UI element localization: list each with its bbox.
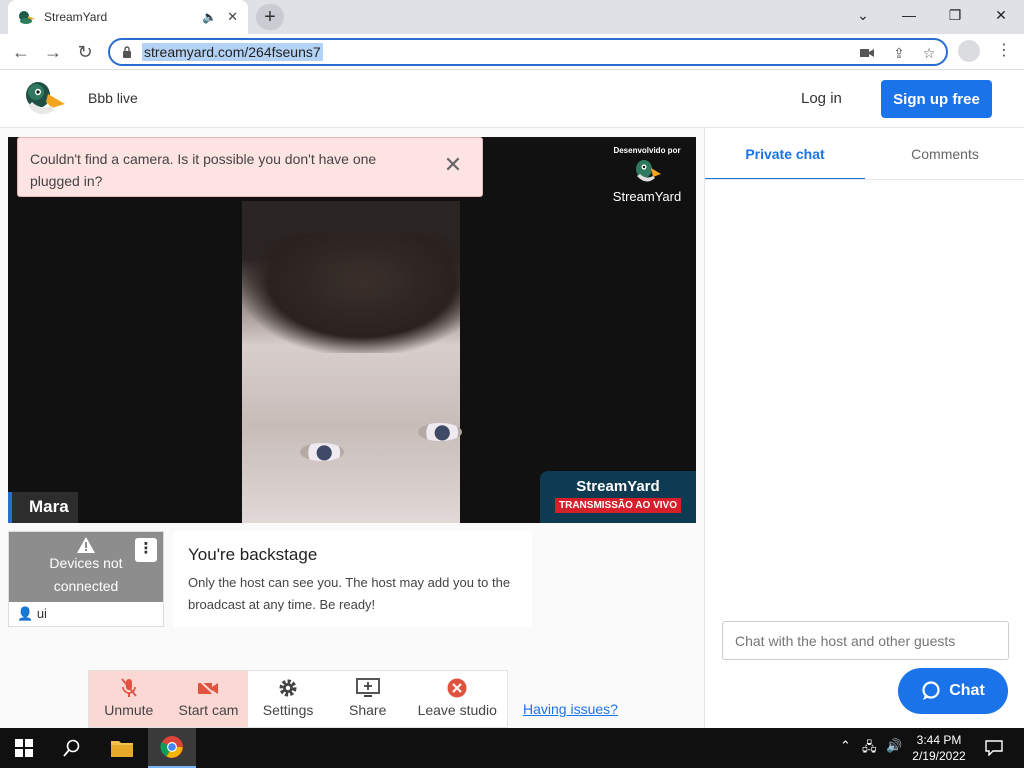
bookmark-star-icon[interactable]: ☆ (920, 45, 938, 61)
backstage-heading: You're backstage (188, 545, 318, 564)
chat-button[interactable]: Chat (898, 668, 1008, 714)
share-button[interactable]: Share (328, 671, 408, 727)
login-link[interactable]: Log in (801, 90, 842, 107)
start-cam-button[interactable]: Start cam (168, 671, 249, 727)
address-url[interactable]: streamyard.com/264fseuns7 (142, 43, 323, 61)
leave-x-icon (447, 678, 467, 698)
start-cam-label: Start cam (178, 702, 239, 718)
backstage-notice: You're backstage Only the host can see y… (174, 531, 532, 627)
studio-controls: Unmute Start cam Settings Share Leave st… (88, 670, 508, 728)
live-banner-name: StreamYard (576, 478, 660, 495)
camera-error-toast: Couldn't find a camera. Is it possible y… (17, 137, 483, 197)
browser-menu-icon[interactable]: ⋮ (996, 40, 1012, 62)
backstage-body: Only the host can see you. The host may … (188, 575, 511, 612)
streamyard-favicon-icon (19, 11, 35, 24)
watermark-duck-icon (636, 160, 661, 182)
camera-off-icon (198, 679, 219, 697)
volume-icon[interactable]: 🔊 (886, 738, 902, 754)
unmute-label: Unmute (104, 702, 154, 718)
profile-avatar[interactable] (958, 40, 980, 62)
watermark-name: StreamYard (612, 189, 682, 204)
notifications-icon[interactable] (970, 728, 1018, 768)
watermark-caption: Desenvolvido por (613, 146, 681, 155)
guest-name-row: 👤 ui (17, 606, 47, 622)
chat-button-label: Chat (949, 682, 985, 699)
tab-audio-icon[interactable]: 🔈 (202, 10, 217, 24)
signup-button[interactable]: Sign up free (881, 80, 992, 118)
person-icon: 👤 (17, 606, 34, 621)
tab-comments[interactable]: Comments (865, 128, 1024, 180)
streamyard-logo-icon[interactable] (22, 80, 66, 118)
browser-tab-bar: StreamYard 🔈 ✕ + ⌄ — ❐ ✕ (0, 0, 1024, 34)
search-icon[interactable] (48, 728, 96, 768)
file-explorer-icon[interactable] (98, 728, 146, 768)
live-banner-badge: TRANSMISSÃO AO VIVO (555, 498, 681, 513)
lock-icon (123, 46, 131, 58)
chat-bubble-icon (922, 681, 940, 700)
gear-icon (279, 679, 297, 697)
tray-chevron-icon[interactable]: ⌃ (840, 738, 851, 754)
windows-taskbar: ⌃ 🖧 🔊 3:44 PM 2/19/2022 (0, 728, 1024, 768)
site-header: Bbb live Log in Sign up free (0, 70, 1024, 128)
tab-private-chat[interactable]: Private chat (705, 128, 865, 180)
participant-name-tag: Mara (8, 492, 78, 523)
toast-close-icon[interactable]: ✕ (444, 152, 462, 177)
leave-studio-label: Leave studio (417, 702, 497, 718)
participant-video-hair (242, 233, 460, 353)
tab-title: StreamYard (44, 10, 108, 24)
reload-icon[interactable]: ↻ (72, 39, 98, 65)
share-label: Share (349, 702, 387, 718)
back-arrow-icon[interactable]: ← (8, 39, 34, 65)
settings-label: Settings (262, 702, 314, 718)
share-page-icon[interactable]: ⇪ (890, 45, 908, 61)
browser-tab[interactable]: StreamYard 🔈 ✕ (8, 0, 248, 34)
share-screen-icon (355, 678, 380, 697)
tab-close-icon[interactable]: ✕ (227, 9, 238, 25)
forward-arrow-icon[interactable]: → (40, 39, 66, 65)
camera-blocked-icon[interactable] (858, 45, 876, 61)
address-bar[interactable]: streamyard.com/264fseuns7 ⇪ ☆ (108, 38, 948, 66)
participant-eye-left (300, 443, 344, 461)
streamyard-watermark: Desenvolvido por StreamYard (604, 146, 690, 204)
windows-start-icon[interactable] (0, 728, 48, 768)
guest-preview-card: Devices not connected ⋮ 👤 ui (8, 531, 164, 627)
system-clock[interactable]: 3:44 PM 2/19/2022 (906, 732, 972, 764)
having-issues-link[interactable]: Having issues? (523, 701, 618, 717)
browser-toolbar: ← → ↻ streamyard.com/264fseuns7 ⇪ ☆ ⋮ (0, 34, 1024, 70)
mic-muted-icon (121, 678, 137, 697)
unmute-button[interactable]: Unmute (89, 671, 169, 727)
live-banner: StreamYard TRANSMISSÃO AO VIVO (540, 471, 696, 523)
network-icon[interactable]: 🖧 (862, 738, 877, 760)
close-window-button[interactable]: ✕ (978, 0, 1024, 30)
chat-sidebar: Private chat Comments Chat (704, 128, 1024, 728)
chat-input[interactable] (722, 621, 1009, 660)
restore-button[interactable]: ❐ (932, 0, 978, 30)
tab-divider (705, 179, 1024, 180)
chrome-taskbar-icon[interactable] (148, 728, 196, 768)
guest-name: ui (36, 606, 47, 621)
leave-studio-button[interactable]: Leave studio (408, 671, 508, 727)
guest-more-options-icon[interactable]: ⋮ (135, 538, 157, 562)
clock-date: 2/19/2022 (912, 749, 966, 763)
settings-button[interactable]: Settings (248, 671, 328, 727)
tab-search-icon[interactable]: ⌄ (840, 0, 886, 30)
clock-time: 3:44 PM (916, 733, 962, 747)
minimize-button[interactable]: — (886, 0, 932, 30)
participant-eye-right (418, 423, 462, 441)
guest-status-line2: connected (53, 578, 119, 594)
new-tab-button[interactable]: + (256, 4, 284, 30)
toast-message: Couldn't find a camera. Is it possible y… (30, 151, 377, 189)
studio-name: Bbb live (88, 90, 138, 106)
